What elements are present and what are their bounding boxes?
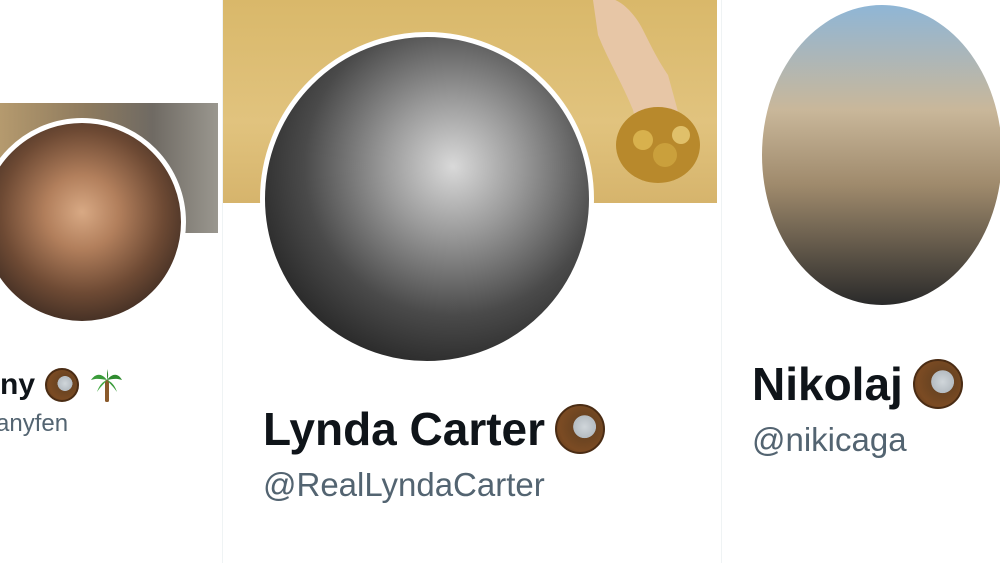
display-name-left-text: ny xyxy=(0,368,36,401)
hand-illustration-icon xyxy=(593,0,700,183)
handle-left[interactable]: anyfen xyxy=(0,410,68,438)
profile-card-right[interactable]: Nikolaj @nikicaga xyxy=(722,0,1000,563)
coconut-icon xyxy=(912,359,963,409)
display-name-right[interactable]: Nikolaj xyxy=(752,357,963,411)
palm-tree-icon xyxy=(89,368,123,402)
display-name-center[interactable]: Lynda Carter xyxy=(263,402,606,456)
profile-card-center[interactable]: Lynda Carter @RealLyndaCarter xyxy=(222,0,722,563)
display-name-left[interactable]: ny xyxy=(0,368,123,402)
coconut-icon xyxy=(555,404,606,454)
handle-center[interactable]: @RealLyndaCarter xyxy=(263,466,545,504)
profile-card-left[interactable]: ny anyfen xyxy=(0,0,222,563)
avatar-center[interactable] xyxy=(260,32,594,366)
display-name-center-text: Lynda Carter xyxy=(263,403,546,455)
handle-right[interactable]: @nikicaga xyxy=(752,421,907,459)
avatar-right[interactable] xyxy=(757,0,1000,310)
display-name-right-text: Nikolaj xyxy=(752,358,903,410)
coconut-icon xyxy=(45,368,80,402)
